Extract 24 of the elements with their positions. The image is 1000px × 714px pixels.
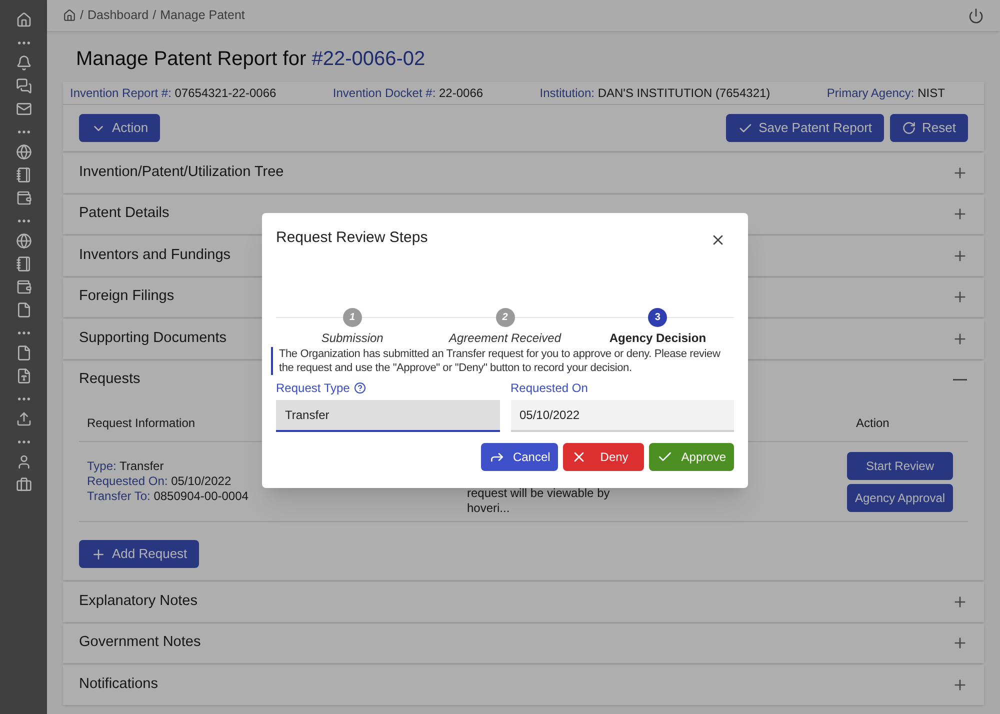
info-field: Invention Docket #: 22-0066: [332, 84, 484, 102]
step-label: Agreement Received: [448, 330, 562, 346]
column-header: Action: [856, 414, 890, 432]
note-text: hoveri...: [467, 500, 511, 516]
step-number: 3: [648, 308, 668, 326]
page-title: Manage Patent Report for #22-0066-02: [75, 47, 426, 72]
step-label: Submission: [321, 330, 384, 346]
step-label: Agency Decision: [609, 330, 706, 346]
note-text: request will be viewable by: [467, 486, 611, 500]
info-field: Invention Report #: 07654321-22-0066: [70, 84, 276, 102]
field-label: Request Type: [276, 380, 350, 397]
column-header: Request Information: [87, 414, 196, 432]
step-number: 2: [496, 308, 514, 326]
field-label: Requested On: [510, 380, 588, 397]
request-field: Transfer To: 0850904-00-0004: [87, 489, 467, 504]
step-number: 1: [342, 308, 362, 326]
breadcrumb-separator: /: [152, 7, 156, 24]
request-field: Type: Transfer: [87, 459, 467, 474]
info-field: Institution: DAN'S INSTITUTION (7654321): [540, 84, 770, 102]
dialog-title: Request Review Steps: [276, 228, 429, 248]
request-field: Requested On: 05/10/2022: [87, 474, 467, 489]
info-field: Primary Agency: NIST: [826, 84, 945, 102]
breadcrumb-separator: /: [80, 7, 84, 24]
instruction-text: The Organization has submitted an Transfer request for you to approve or deny. Please review the request and use the "Approve" or "Deny" button to record your decision.: [271, 346, 734, 374]
